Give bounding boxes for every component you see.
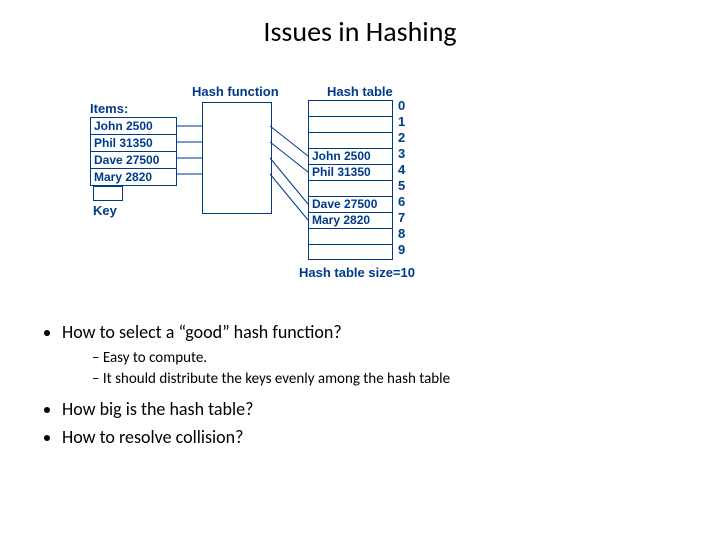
- list-item: Phil 31350: [91, 135, 176, 152]
- hash-table-label: Hash table: [327, 84, 393, 99]
- items-box: John 2500 Phil 31350 Dave 27500 Mary 282…: [90, 117, 177, 186]
- table-row: [308, 132, 393, 148]
- hash-function-label: Hash function: [192, 84, 279, 99]
- table-row: [308, 244, 393, 260]
- page-title: Issues in Hashing: [0, 14, 720, 49]
- hash-table: John 2500 Phil 31350 Dave 27500 Mary 282…: [308, 100, 393, 260]
- index-label: 8: [398, 226, 405, 241]
- table-row: Phil 31350: [308, 164, 393, 180]
- index-label: 6: [398, 194, 405, 209]
- table-row: [308, 100, 393, 116]
- bullet-item: How to select a “good” hash function? Ea…: [62, 320, 660, 389]
- index-label: 4: [398, 162, 405, 177]
- bullet-item: How to resolve collision?: [62, 425, 660, 449]
- index-label: 0: [398, 98, 405, 113]
- bullet-item: How big is the hash table?: [62, 397, 660, 421]
- table-row: [308, 228, 393, 244]
- index-label: 2: [398, 130, 405, 145]
- key-label: Key: [93, 203, 117, 218]
- index-label: 7: [398, 210, 405, 225]
- sub-bullet-item: It should distribute the keys evenly amo…: [92, 369, 660, 389]
- list-item: Dave 27500: [91, 152, 176, 169]
- items-label: Items:: [90, 101, 128, 116]
- key-box: [93, 186, 123, 201]
- bullet-list: How to select a “good” hash function? Ea…: [36, 320, 660, 453]
- list-item: Mary 2820: [91, 169, 176, 185]
- hash-function-box: [202, 102, 272, 214]
- index-label: 1: [398, 114, 405, 129]
- sub-bullet-item: Easy to compute.: [92, 348, 660, 368]
- table-row: [308, 116, 393, 132]
- hash-diagram: Items: John 2500 Phil 31350 Dave 27500 M…: [90, 80, 560, 295]
- bullet-text: How to select a “good” hash function?: [62, 321, 342, 343]
- index-label: 3: [398, 146, 405, 161]
- table-row: Dave 27500: [308, 196, 393, 212]
- index-label: 9: [398, 242, 405, 257]
- list-item: John 2500: [91, 118, 176, 135]
- table-row: Mary 2820: [308, 212, 393, 228]
- table-row: John 2500: [308, 148, 393, 164]
- table-size-label: Hash table size=10: [299, 265, 415, 280]
- table-row: [308, 180, 393, 196]
- index-label: 5: [398, 178, 405, 193]
